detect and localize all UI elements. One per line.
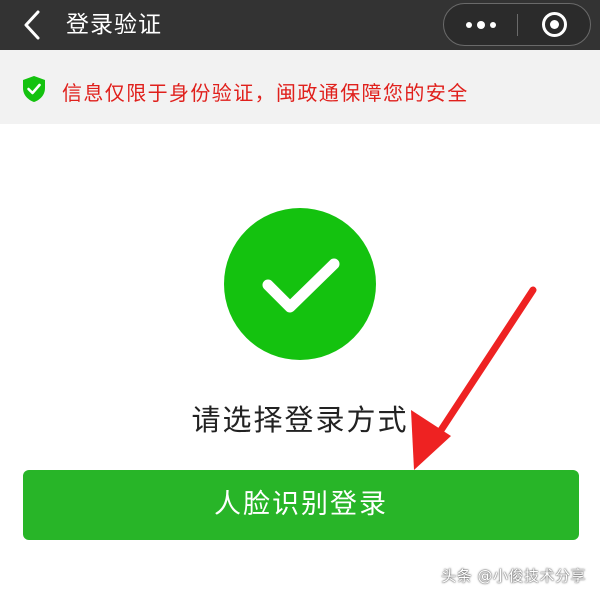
- check-icon: [262, 258, 340, 313]
- security-notice-text: 信息仅限于身份验证，闽政通保障您的安全: [62, 81, 469, 105]
- navigation-bar: 登录验证: [0, 0, 600, 50]
- face-recognition-login-button[interactable]: 人脸识别登录: [23, 470, 579, 540]
- close-miniprogram-button[interactable]: [518, 4, 590, 45]
- watermark-text: 头条 @小俊技术分享: [441, 567, 586, 585]
- more-dots-icon: [463, 20, 498, 29]
- back-button[interactable]: [18, 8, 48, 42]
- more-button[interactable]: [444, 4, 517, 45]
- shield-check-icon: [23, 76, 45, 102]
- page-title: 登录验证: [66, 12, 162, 38]
- chevron-left-icon: [24, 10, 40, 40]
- close-circle-icon: [541, 12, 567, 37]
- menu-capsule: [443, 3, 591, 46]
- success-status-circle: [224, 208, 376, 360]
- login-method-prompt: 请选择登录方式: [191, 403, 409, 437]
